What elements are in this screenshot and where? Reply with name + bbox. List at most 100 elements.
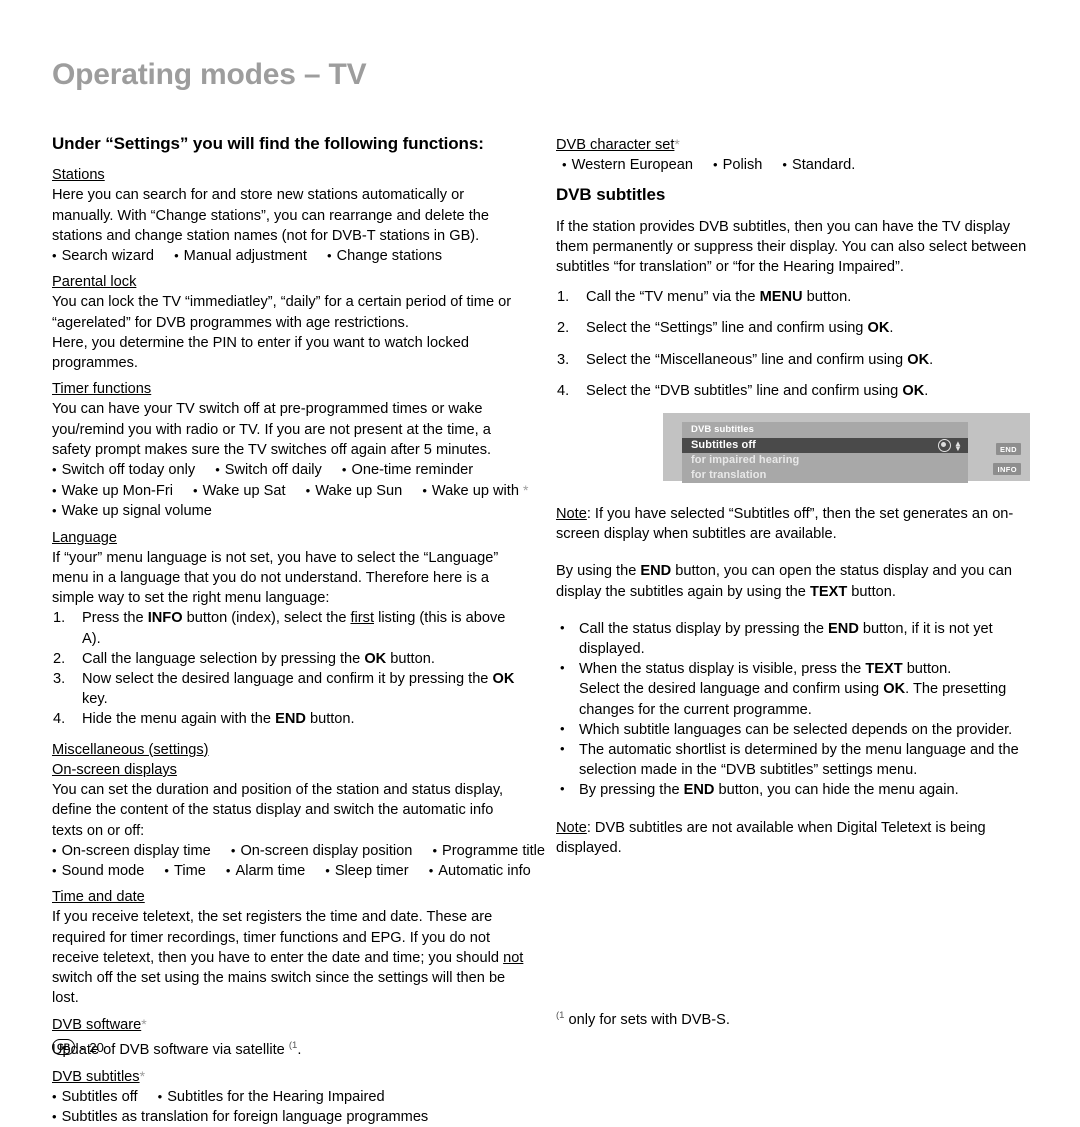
step-number: 4. [557,382,570,399]
step-text-pre: Select the “DVB subtitles” line and conf… [586,382,903,399]
section-miscellaneous-head-wrap: Miscellaneous (settings) [52,740,524,760]
step-text-pre: Call the language selection by pressing … [82,650,365,667]
item-text-a: Call the status display by pressing the [579,620,829,637]
tv-menu-row-subtitles-off[interactable]: Subtitles off ▲ ▼ [682,438,968,453]
bullet-item: Change stations [327,246,442,266]
bullet-item: Alarm time [226,861,305,881]
remote-key-info[interactable]: INFO [993,463,1021,475]
left-column: Under “Settings” you will find the follo… [52,134,545,1127]
section-onscreen-head: On-screen displays [52,761,177,778]
section-timer-functions-paragraph: You can have your TV switch off at pre-p… [52,401,492,458]
bullet-item: Sleep timer [325,861,409,881]
section-stations-paragraph: Here you can search for and store new st… [52,187,489,244]
step-key: MENU [759,289,803,306]
asterisk-marker: * [141,1016,147,1033]
bullet-item: Sound mode [52,861,145,881]
step-number: 1. [53,610,66,627]
item-text-a: Which subtitle languages can be selected… [579,721,1013,738]
step-text-pre: Now select the desired language and conf… [82,671,493,688]
paragraph-part-b: switch off the set using the mains switc… [52,969,506,1007]
bullet-item: One-time reminder [342,460,473,480]
note-label: Note [556,819,587,836]
tv-menu-row-impaired-hearing[interactable]: for impaired hearing [682,453,968,468]
list-item: • By pressing the END button, you can hid… [556,780,1028,800]
locale-badge: GB [52,1039,75,1055]
paragraph-part-a: By using the [556,563,641,580]
note-text: : DVB subtitles are not available when D… [556,819,986,856]
dvb-subtitles-steps-list: 1. Call the “TV menu” via the MENU button… [556,287,1028,401]
section-dvb-character-set-head-wrap: DVB character set* [556,134,1028,155]
bullet-item: Programme title [432,841,545,861]
section-parental-lock-head-wrap: Parental lock [52,272,524,292]
dvb-subtitles-bullets-row-2: Subtitles as translation for foreign lan… [52,1107,524,1127]
step-number: 2. [557,320,570,337]
timer-bullets-row-3: Wake up signal volume [52,501,524,521]
bullet-dot-icon: • [560,720,565,736]
step-text-post: . [929,351,934,368]
bullet-item: Wake up Mon-Fri [52,481,173,501]
dvb-subtitles-bullet-list: • Call the status display by pressing the… [556,619,1028,801]
section-dvb-character-set: DVB character set* Western European Poli… [556,134,1028,175]
bullet-item: Polish [713,155,763,175]
section-time-and-date: Time and date If you receive teletext, t… [52,887,524,1008]
tv-menu-row-translation[interactable]: for translation [682,468,968,483]
left-column-heading: Under “Settings” you will find the follo… [52,134,484,153]
bullet-item: Western European [562,155,693,175]
tv-menu-row-label: for translation [691,469,767,481]
step-text-post: button. [305,711,355,728]
bullet-dot-icon: • [560,741,565,757]
page-title: Operating modes – TV [52,58,367,91]
step-text-pre: Select the “Settings” line and confirm u… [586,320,868,337]
section-time-and-date-head-wrap: Time and date [52,887,524,907]
note-text: : If you have selected “Subtitles off”, … [556,506,1014,543]
document-page: Operating modes – TV Under “Settings” yo… [0,0,1080,1125]
section-onscreen-head-wrap: On-screen displays [52,760,524,780]
bullet-item-wake-up-with: Wake up with * [422,480,529,501]
bullet-item: Wake up Sat [193,481,286,501]
section-stations-head-wrap: Stations [52,165,524,185]
step-key: OK [867,320,890,337]
dvb-step: 2. Select the “Settings” line and confirm… [556,318,1028,338]
timer-bullets-row-2: Wake up Mon-Fri Wake up Sat Wake up Sun … [52,480,529,501]
page-footer: GB - 20 [52,1039,104,1055]
item-text-a: Select the desired language and confirm … [579,681,884,698]
remote-key-end[interactable]: END [995,443,1021,455]
dvb-subtitles-intro: If the station provides DVB subtitles, t… [556,218,1027,276]
list-item: • Which subtitle languages can be selecte… [556,720,1028,740]
section-language-head-wrap: Language [52,528,524,548]
bullet-item: On-screen display position [231,841,412,861]
bullet-item: On-screen display time [52,841,211,861]
bullet-dot-icon: • [560,781,565,797]
bullet-dot-icon: • [560,660,565,676]
step-number: 4. [53,711,66,728]
step-key: OK [902,382,925,399]
section-timer-functions: Timer functions You can have your TV swi… [52,379,529,521]
step-key: END [275,711,306,728]
item-key: OK [883,681,906,698]
key-end: END [640,563,672,580]
timer-bullets-row-1: Switch off today only Switch off daily O… [52,460,524,480]
bullet-label: Wake up with [431,483,519,500]
step-key: OK [907,351,930,368]
section-dvb-software-paragraph: Update of DVB software via satellite (1. [52,1036,524,1060]
step-text-post: button. [386,650,435,667]
section-parental-lock-paragraph: You can lock the TV “immediatley”, “dail… [52,294,512,331]
step-number: 2. [53,650,66,667]
asterisk-marker: * [139,1067,146,1084]
asterisk-marker: * [523,482,529,499]
dvb-step: 3. Select the “Miscellaneous” line and co… [556,350,1028,370]
paragraph-part-c: button. [847,583,896,600]
paragraph-underline: not [503,949,524,966]
section-stations-bullets: Search wizard Manual adjustment Change s… [52,246,524,266]
paragraph-part-a: If you receive teletext, the set registe… [52,909,504,966]
charset-bullets: Western European Polish Standard. [556,155,1028,175]
step-key: INFO [147,610,183,627]
step-text-post: key. [82,691,108,708]
dvb-subtitles-bullets-row-1: Subtitles off Subtitles for the Hearing … [52,1087,524,1107]
section-language-paragraph: If “your” menu language is not set, you … [52,549,499,607]
section-dvb-software-head-wrap: DVB software* [52,1014,524,1035]
section-miscellaneous-paragraph: You can set the duration and position of… [52,782,504,839]
step-key: OK [364,650,387,667]
footnote-marker: (1 [556,1010,565,1021]
bullet-item: Subtitles for the Hearing Impaired [158,1087,384,1107]
